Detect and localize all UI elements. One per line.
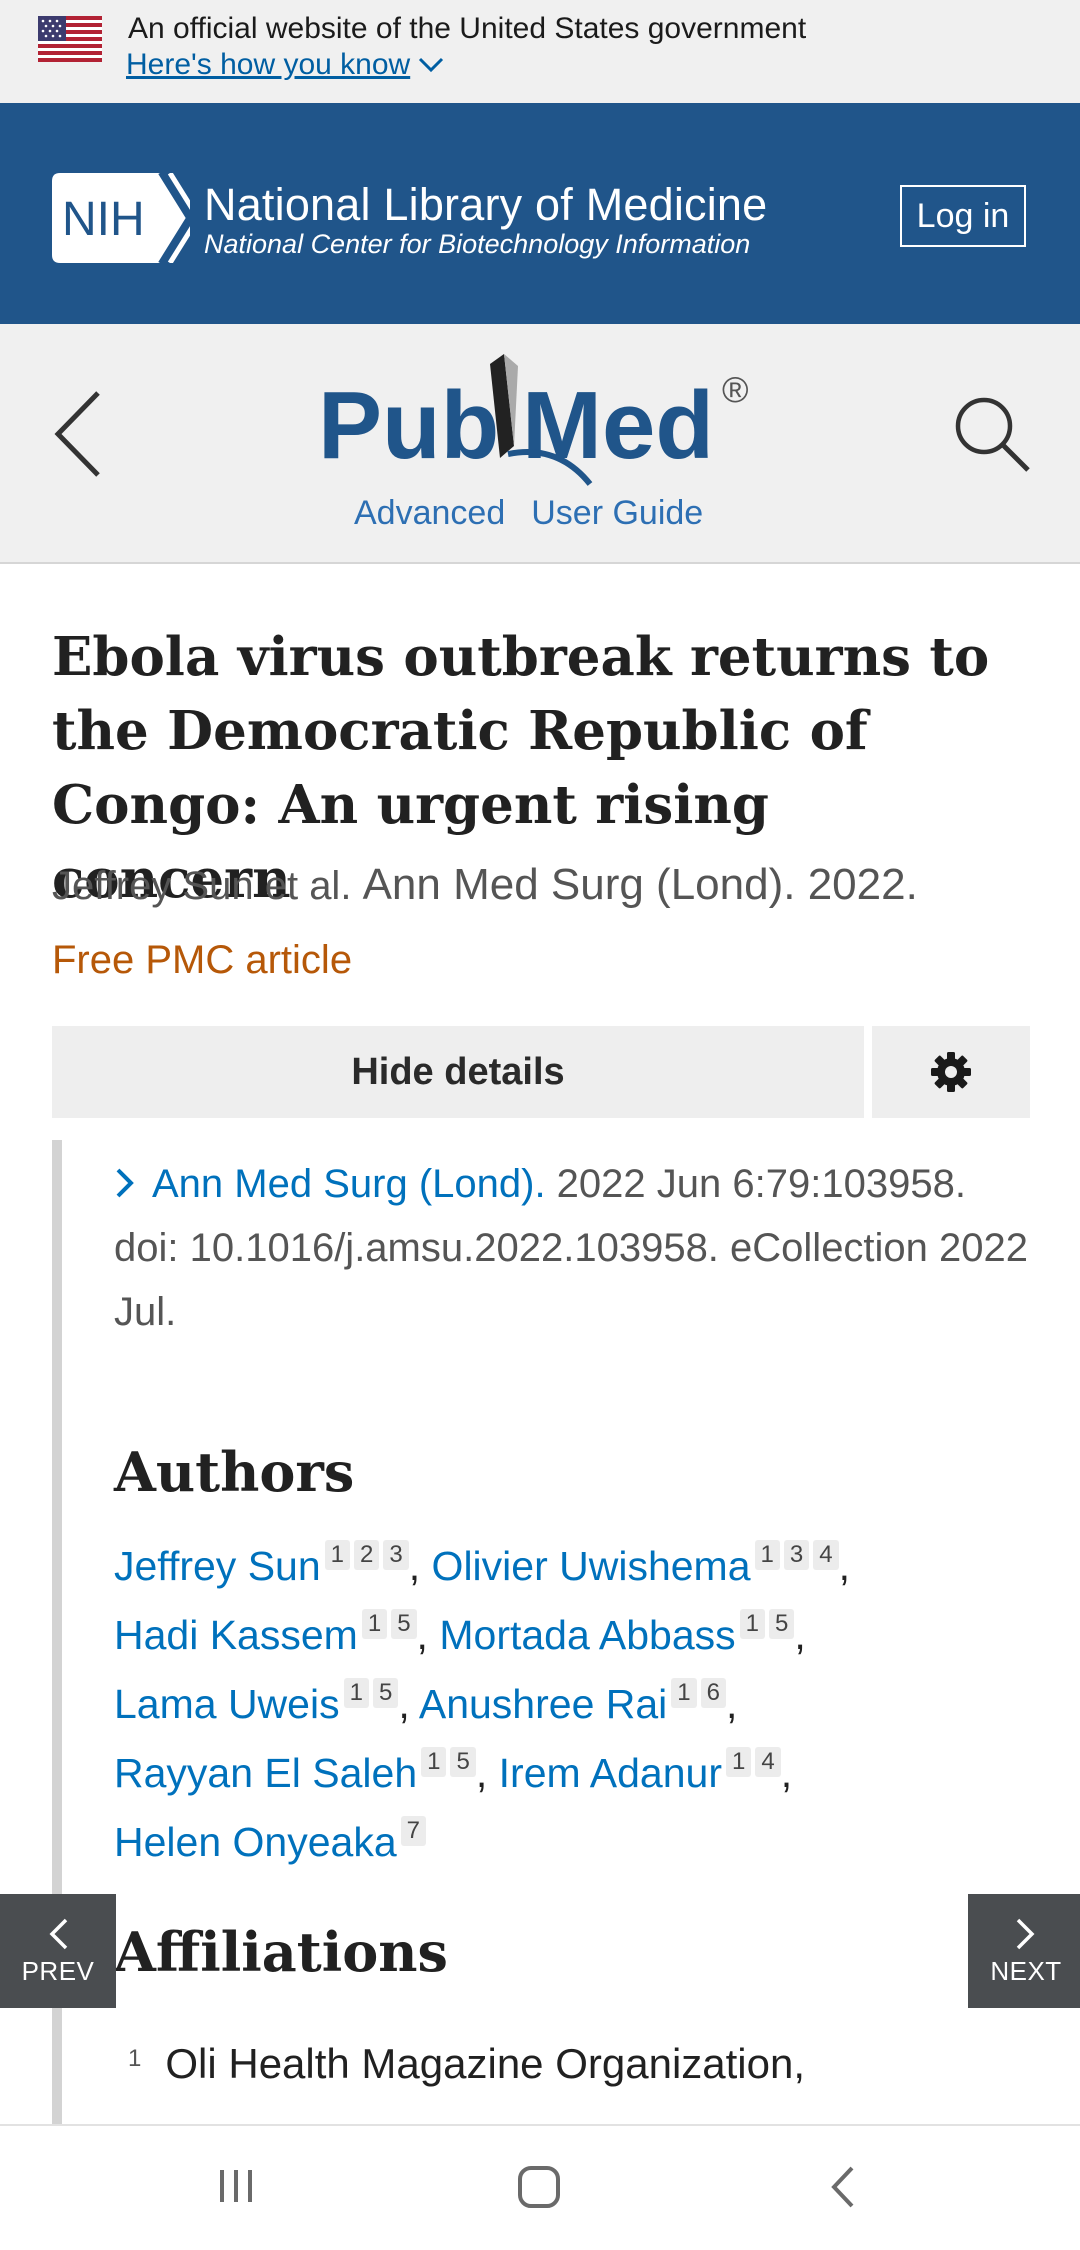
- affiliation-item: 1 Oli Health Magazine Organization,: [128, 2040, 805, 2088]
- nih-logo-text: NIH: [62, 193, 145, 246]
- author-separator: ,: [398, 1681, 410, 1727]
- pubmed-logo[interactable]: Pub Med ®: [318, 346, 764, 494]
- journal-link[interactable]: Ann Med Surg (Lond).: [152, 1162, 546, 1206]
- author-separator: ,: [475, 1750, 488, 1796]
- affiliation-ref[interactable]: 2: [354, 1540, 380, 1570]
- affiliation-ref[interactable]: 3: [783, 1540, 810, 1570]
- affiliation-ref[interactable]: 5: [769, 1609, 795, 1639]
- author-separator: ,: [408, 1543, 421, 1589]
- hide-details-button[interactable]: Hide details: [52, 1026, 864, 1118]
- affiliation-ref[interactable]: 4: [755, 1747, 781, 1777]
- recent-apps-icon[interactable]: [214, 2164, 258, 2208]
- affiliation-ref[interactable]: 1: [421, 1747, 447, 1777]
- pubmed-logo-pub: Pub: [318, 372, 499, 479]
- author-link[interactable]: Lama Uweis: [114, 1681, 340, 1727]
- user-guide-link[interactable]: User Guide: [531, 494, 703, 533]
- pubmed-bar: Pub Med ® Advanced User Guide: [0, 324, 1080, 564]
- affiliation-ref[interactable]: 5: [372, 1678, 399, 1708]
- advanced-search-link[interactable]: Advanced: [354, 494, 505, 533]
- nlm-title[interactable]: National Library of Medicine: [204, 179, 767, 231]
- prev-label: PREV: [21, 1955, 95, 1986]
- affiliation-ref[interactable]: 6: [700, 1678, 727, 1708]
- back-arrow-icon[interactable]: [52, 389, 104, 479]
- chevron-down-icon: [419, 57, 444, 73]
- display-options-button[interactable]: [872, 1026, 1030, 1118]
- affiliation-ref[interactable]: 1: [671, 1678, 697, 1708]
- nih-header: NIH National Library of Medicine Nationa…: [0, 103, 1080, 324]
- author-link[interactable]: Helen Onyeaka: [114, 1819, 397, 1865]
- affiliation-ref[interactable]: 1: [726, 1747, 752, 1777]
- author-line: Rayyan El Saleh 1 5, Irem Adanur 1 4,: [114, 1747, 1034, 1816]
- chevron-right-icon[interactable]: [114, 1167, 136, 1199]
- home-icon[interactable]: [516, 2164, 562, 2210]
- author-line: Jeffrey Sun 1 2 3, Olivier Uwishema 1 3 4,: [114, 1540, 1034, 1609]
- author-link[interactable]: Rayyan El Saleh: [114, 1750, 417, 1796]
- pubmed-logo-med: Med: [522, 372, 714, 479]
- author-link[interactable]: Hadi Kassem: [114, 1612, 358, 1658]
- affiliation-ref[interactable]: 1: [324, 1540, 351, 1570]
- next-label: NEXT: [990, 1955, 1062, 1986]
- gear-icon: [931, 1052, 971, 1092]
- author-line: Helen Onyeaka 7: [114, 1816, 1034, 1885]
- system-navigation-bar: [0, 2124, 1080, 2250]
- pubmed-links: Advanced User Guide: [354, 494, 703, 533]
- pubmed-logo-registered: ®: [722, 369, 749, 410]
- login-button[interactable]: Log in: [900, 185, 1026, 247]
- gov-banner: An official website of the United States…: [0, 0, 1080, 103]
- affiliations-heading: Affiliations: [114, 1920, 448, 1984]
- authors-short[interactable]: Jeffrey Sun et al.: [52, 864, 351, 908]
- author-separator: ,: [794, 1612, 806, 1658]
- author-separator: ,: [726, 1681, 738, 1727]
- affiliation-ref[interactable]: 1: [739, 1609, 766, 1639]
- system-back-icon[interactable]: [826, 2164, 858, 2210]
- authors-list: Jeffrey Sun 1 2 3, Olivier Uwishema 1 3 4, Hadi…: [114, 1540, 1034, 1885]
- author-link[interactable]: Irem Adanur: [499, 1750, 722, 1796]
- us-flag-icon: [38, 16, 102, 62]
- author-separator: ,: [780, 1750, 793, 1796]
- search-icon[interactable]: [950, 392, 1032, 474]
- free-pmc-badge[interactable]: Free PMC article: [52, 938, 352, 983]
- author-link[interactable]: Olivier Uwishema: [432, 1543, 751, 1589]
- authors-heading: Authors: [114, 1440, 355, 1504]
- author-line: Hadi Kassem 1 5, Mortada Abbass 1 5,: [114, 1609, 1034, 1678]
- affiliation-ref[interactable]: 4: [813, 1540, 839, 1570]
- heres-how-you-know-link[interactable]: Here's how you know: [126, 48, 444, 82]
- short-citation: Jeffrey Sun et al. Ann Med Surg (Lond). …: [52, 860, 918, 910]
- full-citation: Ann Med Surg (Lond). 2022 Jun 6:79:10395…: [114, 1152, 1034, 1344]
- chevron-left-icon: [49, 1918, 68, 1949]
- affiliation-ref[interactable]: 1: [343, 1678, 369, 1708]
- affiliation-ref[interactable]: 3: [383, 1540, 409, 1570]
- next-article-button[interactable]: NEXT: [968, 1894, 1080, 2008]
- chevron-right-icon: [1016, 1918, 1035, 1949]
- gov-banner-text: An official website of the United States…: [128, 12, 807, 45]
- article-details-panel: Ann Med Surg (Lond). 2022 Jun 6:79:10395…: [52, 1140, 1030, 2128]
- author-link[interactable]: Jeffrey Sun: [114, 1543, 321, 1589]
- author-line: Lama Uweis 1 5, Anushree Rai 1 6,: [114, 1678, 1034, 1747]
- ncbi-subtitle: National Center for Biotechnology Inform…: [204, 229, 751, 259]
- affiliation-ref[interactable]: 1: [754, 1540, 780, 1570]
- author-link[interactable]: Mortada Abbass: [439, 1612, 735, 1658]
- author-separator: ,: [838, 1543, 850, 1589]
- nih-logo[interactable]: NIH: [52, 173, 190, 263]
- affiliation-ref[interactable]: 5: [391, 1609, 417, 1639]
- affiliation-text: Oli Health Magazine Organization,: [165, 2040, 806, 2087]
- heres-how-you-know-label: Here's how you know: [126, 48, 411, 81]
- affiliation-ref[interactable]: 5: [450, 1747, 476, 1777]
- affiliation-ref[interactable]: 7: [400, 1816, 426, 1846]
- author-link[interactable]: Anushree Rai: [419, 1681, 667, 1727]
- journal-short: Ann Med Surg (Lond). 2022.: [362, 860, 918, 909]
- affiliation-ref[interactable]: 1: [361, 1609, 388, 1639]
- author-separator: ,: [416, 1612, 428, 1658]
- prev-article-button[interactable]: PREV: [0, 1894, 116, 2008]
- affiliation-number: 1: [128, 2045, 142, 2072]
